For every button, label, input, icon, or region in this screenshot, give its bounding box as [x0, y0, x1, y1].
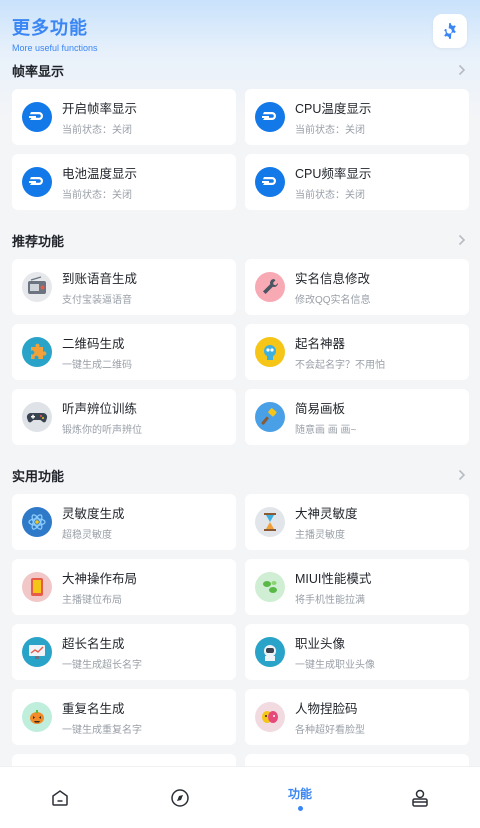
card-status: 当前状态：关闭 [295, 125, 365, 136]
card-title: 电池温度显示 [62, 167, 138, 181]
card-desc: 不会起名字？不用怕 [295, 360, 385, 371]
card-title: 职业头像 [295, 637, 346, 651]
card-pro-layout[interactable]: 大神操作布局 主播键位布局 [12, 559, 236, 615]
tab-home[interactable] [0, 767, 120, 828]
tab-profile[interactable] [360, 767, 480, 828]
chevron-right-icon [458, 468, 468, 482]
tab-discover[interactable] [120, 767, 240, 828]
card-desc: 一键生成二维码 [62, 360, 132, 371]
bottom-tab-bar: 功能 [0, 766, 480, 828]
card-title: 重复名生成 [62, 702, 125, 716]
card-qr-code[interactable]: 二维码生成 一键生成二维码 [12, 324, 236, 380]
card-pro-sensitivity[interactable]: 大神灵敏度 主播灵敏度 [245, 494, 469, 550]
card-status: 当前状态：关闭 [62, 190, 132, 201]
profile-icon [412, 789, 428, 807]
page-header: 更多功能 More useful functions [12, 14, 98, 53]
hourglass-icon [255, 507, 285, 537]
compass-icon [171, 788, 189, 807]
card-title: 大神操作布局 [62, 572, 138, 586]
card-title: 二维码生成 [62, 337, 125, 351]
monitor-chart-icon [22, 637, 52, 667]
card-desc: 将手机性能拉满 [295, 595, 365, 606]
card-repeat-name[interactable]: 重复名生成 一键生成重复名字 [12, 689, 236, 745]
card-career-avatar[interactable]: 职业头像 一键生成职业头像 [245, 624, 469, 680]
tablet-icon [22, 572, 52, 602]
section-title: 实用功能 [12, 468, 65, 484]
card-desc: 一键生成重复名字 [62, 725, 142, 736]
card-title: 灵敏度生成 [62, 507, 125, 521]
section-recommended[interactable]: 推荐功能 [12, 231, 468, 249]
card-desc: 支付宝装逼语音 [62, 295, 132, 306]
card-title: MIUI性能模式 [295, 572, 372, 586]
chevron-right-icon [458, 233, 468, 247]
card-name-generator[interactable]: 起名神器 不会起名字？不用怕 [245, 324, 469, 380]
mask-icon [255, 702, 285, 732]
card-title: 起名神器 [295, 337, 346, 351]
section-title: 帧率显示 [12, 63, 65, 79]
leaf-icon [255, 572, 285, 602]
tab-functions[interactable]: 功能 [240, 767, 360, 828]
card-realname-edit[interactable]: 实名信息修改 修改QQ实名信息 [245, 259, 469, 315]
card-long-name[interactable]: 超长名生成 一键生成超长名字 [12, 624, 236, 680]
card-title: 超长名生成 [62, 637, 125, 651]
pumpkin-icon [22, 702, 52, 732]
card-drawing-board[interactable]: 简易画板 随意画 画 画~ [245, 389, 469, 445]
radio-icon [22, 272, 52, 302]
section-title: 推荐功能 [12, 233, 65, 249]
card-payment-voice[interactable]: 到账语音生成 支付宝装逼语音 [12, 259, 236, 315]
card-desc: 一键生成职业头像 [295, 660, 375, 671]
card-sensitivity-gen[interactable]: 灵敏度生成 超稳灵敏度 [12, 494, 236, 550]
card-title: 人物捏脸码 [295, 702, 358, 716]
page-title: 更多功能 [12, 18, 88, 38]
card-frame-rate[interactable]: 开启帧率显示 当前状态：关闭 [12, 89, 236, 145]
card-desc: 各种超好看脸型 [295, 725, 365, 736]
page-subtitle: More useful functions [12, 43, 98, 53]
card-title: 实名信息修改 [295, 272, 371, 286]
card-desc: 主播灵敏度 [295, 530, 345, 541]
card-desc: 锻炼你的听声辨位 [62, 425, 142, 436]
card-sound-training[interactable]: 听声辨位训练 锻炼你的听声辨位 [12, 389, 236, 445]
card-desc: 随意画 画 画~ [295, 425, 357, 436]
card-title: 简易画板 [295, 402, 346, 416]
card-desc: 一键生成超长名字 [62, 660, 142, 671]
card-desc: 超稳灵敏度 [62, 530, 112, 541]
atom-icon [22, 507, 52, 537]
dashboard-icon [22, 167, 52, 197]
card-title: 大神灵敏度 [295, 507, 358, 521]
gear-icon [444, 23, 456, 39]
dashboard-icon [22, 102, 52, 132]
brain-icon [255, 337, 285, 367]
card-title: 听声辨位训练 [62, 402, 138, 416]
settings-button[interactable] [433, 14, 467, 48]
card-cpu-temp[interactable]: CPU温度显示 当前状态：关闭 [245, 89, 469, 145]
chevron-right-icon [458, 63, 468, 77]
card-face-code[interactable]: 人物捏脸码 各种超好看脸型 [245, 689, 469, 745]
card-title: CPU温度显示 [295, 102, 372, 116]
card-cpu-freq[interactable]: CPU频率显示 当前状态：关闭 [245, 154, 469, 210]
card-desc: 主播键位布局 [62, 595, 122, 606]
brush-icon [255, 402, 285, 432]
dashboard-icon [255, 167, 285, 197]
dashboard-icon [255, 102, 285, 132]
card-status: 当前状态：关闭 [295, 190, 365, 201]
gamepad-icon [22, 402, 52, 432]
section-utilities[interactable]: 实用功能 [12, 466, 468, 484]
card-battery-temp[interactable]: 电池温度显示 当前状态：关闭 [12, 154, 236, 210]
wrench-icon [255, 272, 285, 302]
card-title: 到账语音生成 [62, 272, 138, 286]
qr-puzzle-icon [22, 337, 52, 367]
astronaut-icon [255, 637, 285, 667]
section-frame-display[interactable]: 帧率显示 [12, 61, 468, 79]
home-icon [52, 789, 68, 806]
card-status: 当前状态：关闭 [62, 125, 132, 136]
tab-label: 功能 [287, 786, 312, 801]
active-indicator [297, 805, 303, 811]
card-desc: 修改QQ实名信息 [295, 295, 371, 306]
card-miui-performance[interactable]: MIUI性能模式 将手机性能拉满 [245, 559, 469, 615]
card-title: 开启帧率显示 [62, 102, 138, 116]
card-title: CPU频率显示 [295, 167, 372, 181]
